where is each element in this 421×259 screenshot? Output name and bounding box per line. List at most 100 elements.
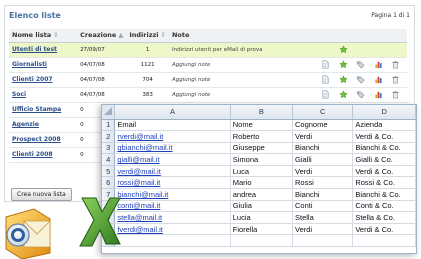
column-header-d[interactable]: D	[352, 105, 416, 120]
sheet-row: 5 verdi@mail.it Luca Verdi Verdi & Co.	[102, 165, 416, 178]
cell-email[interactable]: conti@mail.it	[114, 200, 231, 213]
list-name-link[interactable]: Clienti 2008	[12, 151, 53, 158]
row-header[interactable]: 6	[102, 176, 116, 190]
cell-email[interactable]: bianchi@mail.it	[114, 188, 231, 201]
cell-first-name[interactable]: Lucia	[230, 211, 294, 224]
cell-first-name[interactable]	[230, 234, 294, 248]
cell-email[interactable]: rverdi@mail.it	[114, 130, 231, 143]
cell-last-name[interactable]: Stella	[292, 211, 354, 224]
row-header[interactable]: 1	[102, 119, 116, 132]
cell-email[interactable]: Email	[114, 119, 231, 132]
cell-email[interactable]: fverdi@mail.it	[114, 223, 231, 236]
cell-first-name[interactable]: Luca	[230, 165, 294, 178]
cell-company[interactable]: Bianchi & Co.	[352, 142, 416, 155]
cell-email[interactable]	[114, 234, 231, 248]
select-all-corner[interactable]	[102, 105, 116, 120]
col-header-addresses[interactable]: Indirizzi ⇕	[126, 29, 169, 43]
cell-first-name[interactable]: Giuseppe	[230, 142, 294, 155]
sort-icon: ⇕	[160, 31, 166, 40]
sort-icon: ⇕	[53, 31, 59, 40]
list-name-link[interactable]: Agenzie	[12, 121, 39, 128]
chart-icon[interactable]	[374, 60, 383, 69]
cell-email[interactable]: gialli@mail.it	[114, 153, 231, 166]
cell-last-name[interactable]: Verdi	[292, 223, 354, 236]
cell-company[interactable]	[352, 234, 416, 248]
cell-last-name[interactable]: Cognome	[292, 119, 354, 132]
list-created-date: 04/07/08	[77, 57, 127, 73]
list-name-link[interactable]: Prospect 2008	[12, 136, 61, 143]
add-note-link[interactable]: Aggiungi note	[168, 57, 319, 73]
cell-first-name[interactable]: Giulia	[230, 200, 294, 213]
sheet-row: 2 rverdi@mail.it Roberto Verdi Verdi & Co.	[102, 130, 416, 143]
tag-icon[interactable]	[356, 75, 365, 84]
list-name-link[interactable]: Ufficio Stampa	[12, 106, 61, 113]
list-row[interactable]: Clienti 2007 04/07/08 704 Aggiungi note	[9, 72, 407, 88]
tag-icon[interactable]	[356, 90, 365, 99]
cell-email[interactable]: stella@mail.it	[114, 211, 231, 224]
users-icon[interactable]	[339, 45, 348, 54]
row-header[interactable]: 4	[102, 153, 116, 166]
list-row[interactable]: Giornalisti 04/07/08 1121 Aggiungi note	[9, 57, 407, 73]
trash-icon[interactable]	[391, 90, 400, 99]
cell-company[interactable]: Verdi & Co.	[352, 223, 416, 236]
cell-email[interactable]: rossi@mail.it	[114, 176, 231, 190]
cell-last-name[interactable]: Rossi	[292, 176, 354, 190]
cell-company[interactable]: Azienda	[352, 119, 416, 132]
cell-first-name[interactable]: Fiorella	[230, 223, 294, 236]
add-note-link[interactable]: Aggiungi note	[168, 72, 319, 88]
tag-icon[interactable]	[356, 60, 365, 69]
column-header-c[interactable]: C	[292, 105, 354, 120]
cell-first-name[interactable]: Simona	[230, 153, 294, 166]
cell-company[interactable]: Verdi & Co.	[352, 130, 416, 143]
cell-email[interactable]: verdi@mail.it	[114, 165, 231, 178]
cell-email[interactable]: gbianchi@mail.it	[114, 142, 231, 155]
column-header-b[interactable]: B	[230, 105, 294, 120]
cell-first-name[interactable]: Roberto	[230, 130, 294, 143]
cell-first-name[interactable]: Nome	[230, 119, 294, 132]
list-name-link[interactable]: Giornalisti	[12, 61, 47, 68]
cell-last-name[interactable]: Verdi	[292, 130, 354, 143]
panel-title: Elenco liste	[9, 11, 61, 20]
row-header[interactable]: 3	[102, 142, 116, 155]
cell-last-name[interactable]: Gialli	[292, 153, 354, 166]
row-header[interactable]: 5	[102, 165, 116, 178]
list-row[interactable]: Soci 04/07/08 383 Aggiungi note	[9, 87, 407, 103]
add-note-link[interactable]: Aggiungi note	[168, 87, 319, 103]
document-icon[interactable]	[321, 90, 330, 99]
cell-last-name[interactable]: Conti	[292, 200, 354, 213]
document-icon[interactable]	[321, 75, 330, 84]
create-list-button[interactable]: Crea nuova lista	[11, 188, 72, 201]
chart-icon[interactable]	[374, 90, 383, 99]
col-header-name[interactable]: Nome lista ⇕	[9, 29, 78, 43]
cell-last-name[interactable]	[292, 234, 354, 248]
users-icon[interactable]	[339, 60, 348, 69]
table-header-row: Nome lista ⇕ Creazione ▲ Indirizzi ⇕ Note	[9, 29, 407, 43]
chart-icon[interactable]	[374, 75, 383, 84]
list-name-link[interactable]: Soci	[12, 91, 26, 98]
users-icon[interactable]	[339, 90, 348, 99]
cell-last-name[interactable]: Bianchi	[292, 188, 354, 201]
cell-company[interactable]: Gialli & Co.	[352, 153, 416, 166]
cell-company[interactable]: Conti & Co.	[352, 200, 416, 213]
cell-company[interactable]: Verdi & Co.	[352, 165, 416, 178]
row-header[interactable]: 2	[102, 130, 116, 143]
list-name-link[interactable]: Clienti 2007	[12, 76, 53, 83]
trash-icon[interactable]	[391, 75, 400, 84]
list-created-date: 27/09/07	[77, 42, 127, 58]
list-row[interactable]: Utenti di test 27/09/07 1 Indirizzi utenti …	[9, 42, 407, 58]
cell-company[interactable]: Rossi & Co.	[352, 176, 416, 190]
sort-asc-icon: ▲	[118, 31, 124, 40]
trash-icon[interactable]	[391, 60, 400, 69]
users-icon[interactable]	[339, 75, 348, 84]
cell-company[interactable]: Stella & Co.	[352, 211, 416, 224]
column-header-a[interactable]: A	[114, 105, 231, 120]
list-name-link[interactable]: Utenti di test	[12, 46, 57, 53]
document-icon[interactable]	[321, 60, 330, 69]
cell-last-name[interactable]: Bianchi	[292, 142, 354, 155]
cell-first-name[interactable]: andrea	[230, 188, 294, 201]
spreadsheet-grid: A B C D 1 Email Nome Cognome Azienda 2 rverdi@…	[102, 105, 416, 248]
col-header-created[interactable]: Creazione ▲	[77, 29, 127, 43]
cell-last-name[interactable]: Verdi	[292, 165, 354, 178]
cell-company[interactable]: Bianchi & Co.	[352, 188, 416, 201]
cell-first-name[interactable]: Mario	[230, 176, 294, 190]
